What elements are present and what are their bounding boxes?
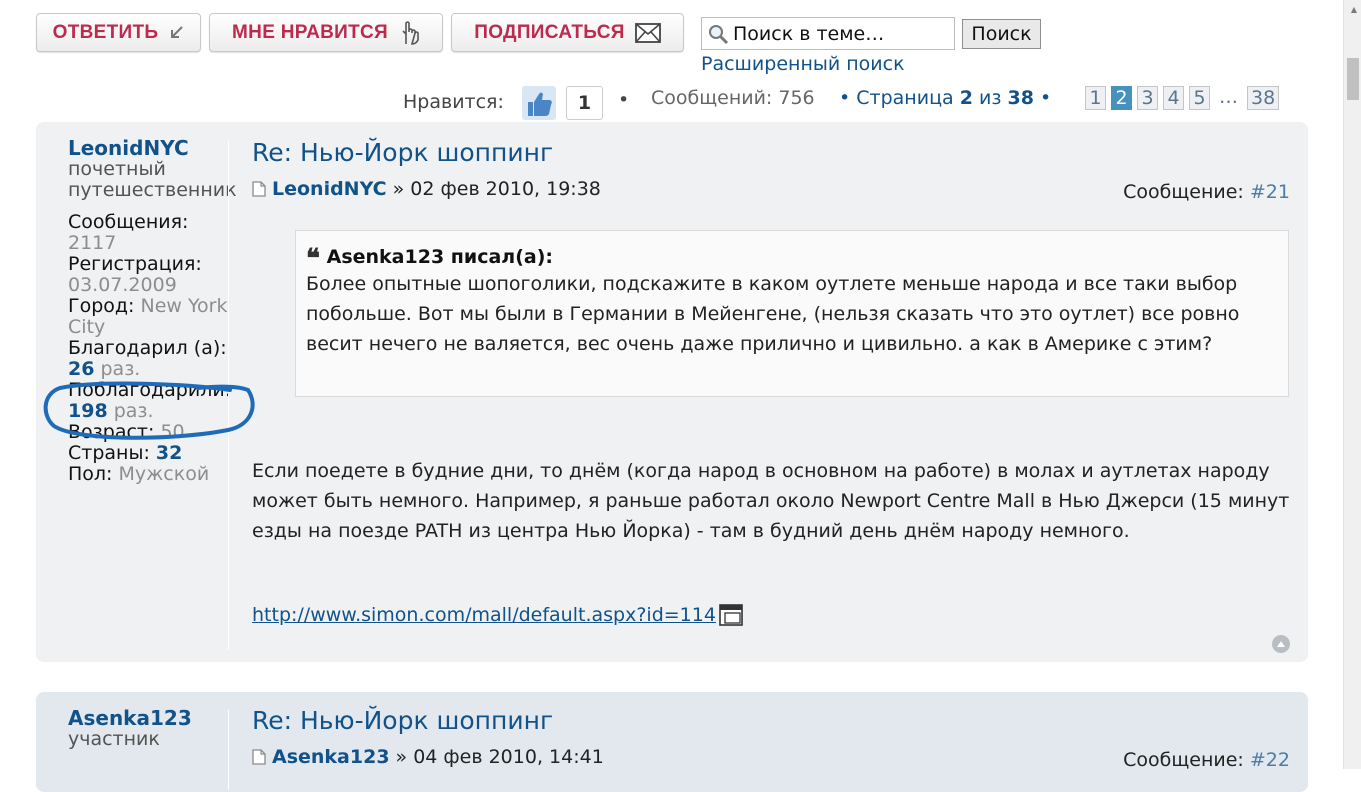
profile-rank: почетный путешественник: [68, 158, 237, 201]
reply-button[interactable]: ОТВЕТИТЬ: [36, 13, 201, 52]
likes-count: 1: [566, 86, 603, 120]
page-current: 2: [959, 87, 973, 109]
profile-city: Город: New York City: [68, 296, 258, 338]
search-input[interactable]: Поиск в теме…: [701, 17, 955, 50]
page-link-2[interactable]: 2: [1111, 86, 1132, 110]
profile-gender: Пол: Мужской: [68, 464, 258, 485]
page-ellipsis: …: [1219, 86, 1238, 108]
profile-thanked-value[interactable]: 26: [68, 358, 94, 380]
hand-pointer-icon: [402, 20, 419, 45]
scroll-up-arrow-icon[interactable]: ▲: [1351, 5, 1357, 14]
stats-bullet: •: [618, 89, 630, 111]
page-word: Страница: [856, 87, 954, 109]
scroll-thumb[interactable]: [1347, 58, 1359, 100]
likes-count-value: 1: [577, 92, 592, 114]
annotation-circle: [43, 381, 255, 440]
profile-thanked-suffix: раз.: [100, 358, 141, 380]
post-title-2[interactable]: Re: Нью-Йорк шоппинг: [252, 706, 553, 735]
profile-messages-value: 2117: [68, 232, 117, 254]
search-placeholder: Поиск в теме…: [733, 22, 885, 45]
posts-count: Сообщений: 756: [651, 87, 815, 109]
advanced-search-link[interactable]: Расширенный поиск: [701, 53, 905, 75]
quote-header: ❝ Asenka123 писал(а):: [306, 243, 1278, 272]
envelope-icon: [634, 22, 661, 43]
post-meta: LeonidNYC » 02 фев 2010, 19:38: [252, 178, 601, 200]
reply-button-label: ОТВЕТИТЬ: [52, 21, 159, 43]
post-22: Asenka123 участник Re: Нью-Йорк шоппинг …: [36, 692, 1308, 792]
page-link-1[interactable]: 1: [1085, 86, 1106, 110]
post-number: Сообщение: #21: [1123, 181, 1290, 203]
profile-thanked-label: Благодарил (а):: [68, 337, 227, 359]
post-icon-2[interactable]: [252, 749, 266, 765]
profile-rank-2: участник: [68, 728, 160, 750]
profile-city-label: Город:: [68, 295, 135, 317]
back-to-top-icon[interactable]: [1272, 635, 1290, 653]
post-icon[interactable]: [252, 181, 266, 197]
post-number-link[interactable]: #21: [1250, 181, 1290, 203]
pagination: 1 2 3 4 5 … 38: [1085, 86, 1280, 110]
post-author-link[interactable]: LeonidNYC: [272, 178, 387, 200]
subscribe-button[interactable]: ПОДПИСАТЬСЯ: [451, 13, 684, 52]
profile-reg-value: 03.07.2009: [68, 274, 177, 296]
post-profile-2: Asenka123 участник: [68, 708, 258, 750]
post-number-label-2: Сообщение:: [1123, 749, 1244, 771]
quote-author: Asenka123 писал(а):: [326, 246, 554, 268]
scrollbar[interactable]: ▲: [1343, 0, 1361, 769]
post-title[interactable]: Re: Нью-Йорк шоппинг: [252, 138, 553, 167]
external-link-icon[interactable]: [719, 604, 743, 626]
like-button-label: МНЕ НРАВИТСЯ: [232, 21, 388, 43]
like-button[interactable]: МНЕ НРАВИТСЯ: [209, 13, 443, 52]
page-link-last[interactable]: 38: [1247, 86, 1280, 110]
post-number-2: Сообщение: #22: [1123, 749, 1290, 771]
profile-divider-2: [228, 710, 229, 790]
post-author-link-2[interactable]: Asenka123: [272, 746, 390, 768]
quote-mark-icon: ❝: [306, 244, 320, 274]
page-of: из: [978, 87, 1002, 109]
post-date-2: » 04 фев 2010, 14:41: [395, 746, 604, 768]
profile-thanked: 26 раз.: [68, 359, 258, 380]
reply-arrow-icon: [171, 25, 184, 38]
quote-text: Более опытные шопоголики, подскажите в к…: [306, 273, 1240, 355]
likes-label: Нравится:: [403, 91, 504, 113]
profile-username[interactable]: LeonidNYC: [68, 138, 258, 159]
quote-block: ❝ Asenka123 писал(а): Более опытные шопо…: [295, 230, 1289, 397]
thumbs-up-icon: [528, 92, 552, 116]
post-link-text[interactable]: http://www.simon.com/mall/default.aspx?i…: [252, 604, 716, 626]
profile-reg-label: Регистрация:: [68, 253, 202, 275]
post-number-label: Сообщение:: [1123, 181, 1244, 203]
page-indicator: • Страница 2 из 38 •: [839, 87, 1052, 109]
page-link-5[interactable]: 5: [1189, 86, 1210, 110]
page-link-3[interactable]: 3: [1137, 86, 1158, 110]
profile-gender-value: Мужской: [118, 463, 210, 485]
search-button[interactable]: Поиск: [962, 19, 1041, 49]
post-link[interactable]: http://www.simon.com/mall/default.aspx?i…: [252, 604, 743, 626]
profile-messages-label: Сообщения:: [68, 211, 189, 233]
post-body: Если поедете в будние дни, то днём (когд…: [252, 460, 1290, 542]
page-total: 38: [1007, 87, 1034, 109]
post-meta-2: Asenka123 » 04 фев 2010, 14:41: [252, 746, 604, 768]
page-link-4[interactable]: 4: [1163, 86, 1184, 110]
magnifier-icon: [709, 24, 729, 44]
profile-username-2[interactable]: Asenka123: [68, 708, 258, 729]
subscribe-button-label: ПОДПИСАТЬСЯ: [474, 21, 625, 43]
post-number-link-2[interactable]: #22: [1250, 749, 1290, 771]
post-date: » 02 фев 2010, 19:38: [392, 178, 601, 200]
thumbs-up-button[interactable]: [522, 86, 556, 120]
profile-gender-label: Пол:: [68, 463, 113, 485]
